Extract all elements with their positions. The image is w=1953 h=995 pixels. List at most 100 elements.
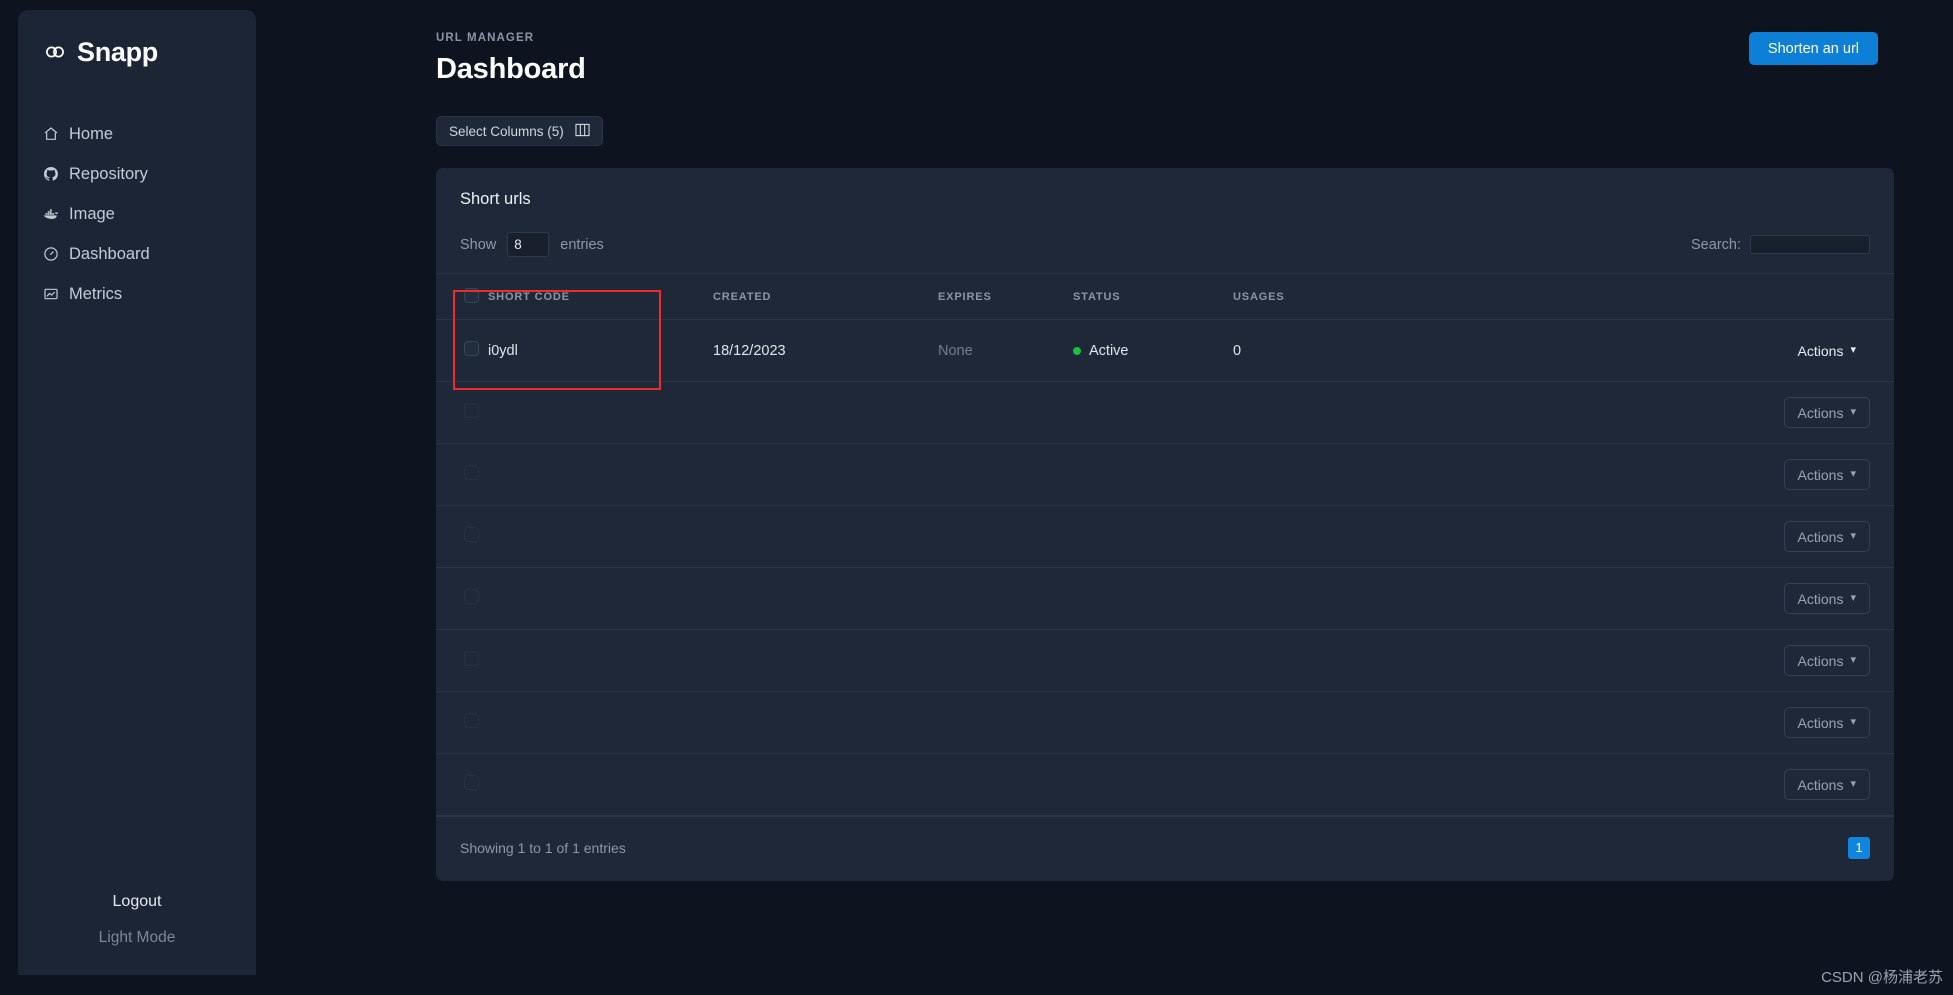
cell-usages [1233,505,1498,568]
row-checkbox[interactable] [464,713,479,728]
table-row[interactable]: Actions ▾ [436,691,1894,754]
column-header-status[interactable]: STATUS [1073,273,1233,320]
column-header-expires[interactable]: EXPIRES [938,273,1073,320]
column-header-usages[interactable]: USAGES [1233,273,1498,320]
row-select-cell [436,381,488,444]
status-dot-icon [1073,346,1081,355]
sidebar-footer: Logout Light Mode [18,893,256,975]
cell-status [1073,629,1233,692]
page-title: Dashboard [436,53,586,85]
cell-expires [938,691,1073,754]
pagination-page-1[interactable]: 1 [1848,837,1870,859]
search-input[interactable] [1750,235,1870,254]
cell-expires [938,567,1073,630]
chevron-down-icon: ▾ [1850,716,1856,728]
cell-usages [1233,629,1498,692]
cell-actions: Actions ▾ [1498,319,1894,382]
sidebar-item-home[interactable]: Home [18,114,256,154]
breadcrumb: URL MANAGER [436,32,535,44]
row-actions-label: Actions [1797,590,1844,607]
watermark: CSDN @杨浦老苏 [1821,969,1943,986]
row-checkbox[interactable] [464,775,479,790]
sidebar-item-label: Metrics [69,284,123,303]
cell-usages [1233,381,1498,444]
brand[interactable]: Snapp [18,32,256,72]
row-actions-button[interactable]: Actions ▾ [1783,521,1870,552]
cell-actions: Actions ▾ [1498,753,1894,816]
sidebar-item-label: Repository [69,164,148,183]
short-urls-table: SHORT CODE CREATED EXPIRES STATUS USAGES… [436,273,1894,816]
row-actions-label: Actions [1797,466,1844,483]
short-urls-card: Short urls Show entries Search: [436,168,1894,881]
cell-usages [1233,753,1498,816]
row-select-cell [436,691,488,754]
column-header-created[interactable]: CREATED [713,273,938,320]
cell-expires [938,381,1073,444]
table-row[interactable]: Actions ▾ [436,629,1894,692]
row-actions-label: Actions [1797,528,1844,545]
row-actions-button[interactable]: Actions ▾ [1783,459,1870,490]
chevron-down-icon: ▾ [1850,344,1856,356]
sidebar-item-dashboard[interactable]: Dashboard [18,234,256,274]
cell-short-code [488,753,713,816]
table-header-row: SHORT CODE CREATED EXPIRES STATUS USAGES [436,273,1894,320]
row-actions-label: Actions [1797,652,1844,669]
table-row[interactable]: Actions ▾ [436,753,1894,816]
show-entries-group: Show entries [460,232,604,257]
cell-short-code [488,443,713,506]
theme-toggle-button[interactable]: Light Mode [99,929,176,947]
github-icon [42,166,59,183]
cell-short-code [488,691,713,754]
row-checkbox[interactable] [464,341,479,356]
row-actions-button[interactable]: Actions ▾ [1783,707,1870,738]
cell-created [713,691,938,754]
row-actions-button[interactable]: Actions ▾ [1783,583,1870,614]
table-footer: Showing 1 to 1 of 1 entries 1 [436,816,1894,881]
cell-actions: Actions ▾ [1498,443,1894,506]
select-columns-button[interactable]: Select Columns (5) [436,116,603,146]
cell-short-code [488,381,713,444]
table-row[interactable]: Actions ▾ [436,381,1894,444]
chevron-down-icon: ▾ [1850,592,1856,604]
logout-button[interactable]: Logout [113,893,162,911]
cell-status [1073,753,1233,816]
cell-expires [938,629,1073,692]
row-select-cell [436,753,488,816]
row-checkbox[interactable] [464,465,479,480]
row-actions-button[interactable]: Actions ▾ [1783,645,1870,676]
cell-actions: Actions ▾ [1498,381,1894,444]
row-checkbox[interactable] [464,403,479,418]
home-icon [42,126,59,143]
table-controls: Show entries Search: [436,230,1894,273]
table-row[interactable]: Actions ▾ [436,505,1894,568]
row-actions-button[interactable]: Actions ▾ [1783,397,1870,428]
cell-created [713,505,938,568]
sidebar-item-metrics[interactable]: Metrics [18,274,256,314]
select-columns-label: Select Columns (5) [449,123,564,139]
cell-status: Active [1073,319,1233,382]
chevron-down-icon: ▾ [1850,406,1856,418]
cell-expires [938,753,1073,816]
links-icon [42,39,68,65]
entries-count-input[interactable] [507,232,550,257]
row-actions-button[interactable]: Actions ▾ [1784,335,1870,366]
sidebar-item-image[interactable]: Image [18,194,256,234]
column-header-short-code[interactable]: SHORT CODE [488,273,713,320]
row-checkbox[interactable] [464,651,479,666]
select-all-checkbox[interactable] [464,288,479,303]
cell-created: 18/12/2023 [713,319,938,382]
sidebar-item-repository[interactable]: Repository [18,154,256,194]
row-checkbox[interactable] [464,589,479,604]
main-content: URL MANAGER Dashboard Shorten an url Sel… [256,0,1953,995]
table-row[interactable]: Actions ▾ [436,567,1894,630]
chart-icon [42,286,59,303]
table-row[interactable]: i0ydl 18/12/2023 None Active 0 Actions ▾ [436,319,1894,382]
column-header-actions [1498,273,1894,320]
cell-created [713,567,938,630]
table-row[interactable]: Actions ▾ [436,443,1894,506]
chevron-down-icon: ▾ [1850,778,1856,790]
shorten-url-button[interactable]: Shorten an url [1748,32,1878,65]
row-checkbox[interactable] [464,527,479,542]
row-actions-button[interactable]: Actions ▾ [1783,769,1870,800]
row-select-cell [436,629,488,692]
